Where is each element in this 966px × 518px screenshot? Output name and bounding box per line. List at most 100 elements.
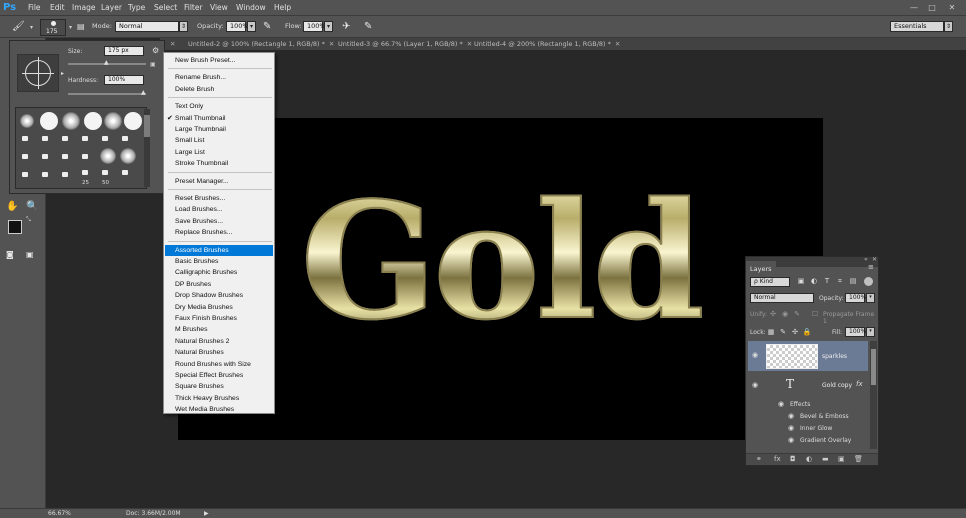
menu-item-small-thumbnail[interactable]: ✔ Small Thumbnail [165, 113, 273, 124]
menu-item-dp-brushes[interactable]: DP Brushes [165, 279, 273, 290]
layer-row-sparkles[interactable]: ◉ sparkles [748, 341, 868, 371]
menu-item-m-brushes[interactable]: M Brushes [165, 324, 273, 335]
menu-item-load-brushes[interactable]: Load Brushes... [165, 204, 273, 215]
menu-item-preset-manager[interactable]: Preset Manager... [165, 176, 273, 187]
layer-row-gold-copy[interactable]: ◉ T Gold copy fx [748, 373, 868, 397]
filter-toggle-icon[interactable] [864, 277, 873, 286]
menu-item-thick-heavy-brushes[interactable]: Thick Heavy Brushes [165, 393, 273, 404]
foreground-color-swatch[interactable] [8, 220, 22, 234]
pressure-size-icon[interactable]: ✎ [364, 20, 372, 34]
visibility-eye-icon[interactable]: ◉ [788, 412, 794, 420]
menu-view[interactable]: View [210, 0, 228, 16]
hardness-slider-thumb[interactable]: ▲ [141, 89, 146, 96]
brush-thumb[interactable] [82, 170, 88, 175]
delete-layer-icon[interactable]: 🗑 [854, 455, 863, 463]
collapse-icon[interactable]: « [864, 256, 868, 263]
menu-item-natural-brushes[interactable]: Natural Brushes [165, 347, 273, 358]
brush-thumbnail-grid[interactable]: 25 50 [15, 107, 147, 189]
brush-thumb[interactable] [42, 172, 48, 177]
link-layers-icon[interactable]: ⚭ [756, 455, 762, 463]
size-slider-track[interactable]: ▲ [68, 59, 146, 66]
maximize-button[interactable]: □ [926, 2, 938, 14]
menu-item-special-effect-brushes[interactable]: Special Effect Brushes [165, 370, 273, 381]
hand-tool-icon[interactable]: ✋ [6, 200, 18, 214]
filter-shape-icon[interactable]: ⌗ [835, 277, 845, 286]
menu-item-calligraphic-brushes[interactable]: Calligraphic Brushes [165, 267, 273, 278]
hardness-input[interactable]: 100% [104, 75, 144, 85]
menu-item-wet-media-brushes[interactable]: Wet Media Brushes [165, 404, 273, 415]
tab-untitled-3[interactable]: Untitled-3 @ 66.7% (Layer 1, RGB/8) * ✕ [332, 38, 472, 50]
menu-select[interactable]: Select [154, 0, 177, 16]
menu-item-reset-brushes[interactable]: Reset Brushes... [165, 193, 273, 204]
close-panel-icon[interactable]: ✕ [872, 256, 877, 263]
layer-opacity-dropdown-icon[interactable]: ▾ [866, 293, 875, 303]
brush-thumb[interactable] [42, 154, 48, 159]
menu-item-rename-brush[interactable]: Rename Brush... [165, 72, 273, 83]
layer-opacity-input[interactable]: 100% [845, 293, 866, 303]
scrollbar-thumb[interactable] [871, 349, 876, 385]
menu-file[interactable]: File [28, 0, 41, 16]
brush-thumb[interactable] [120, 148, 136, 164]
menu-item-assorted-brushes[interactable]: Assorted Brushes [165, 244, 273, 256]
brush-thumb[interactable] [82, 154, 88, 159]
filter-pixel-icon[interactable]: ▣ [796, 277, 806, 285]
lock-all-icon[interactable]: 🔒 [802, 328, 812, 336]
brush-grid-scrollbar[interactable] [144, 109, 150, 187]
brush-menu-gear-icon[interactable]: ⚙ [152, 46, 159, 55]
size-slider-thumb[interactable]: ▲ [104, 59, 109, 66]
menu-filter[interactable]: Filter [184, 0, 203, 16]
scrollbar-thumb[interactable] [144, 115, 150, 137]
visibility-eye-icon[interactable]: ◉ [752, 381, 758, 389]
brush-thumb[interactable] [62, 154, 68, 159]
visibility-eye-icon[interactable]: ◉ [778, 400, 784, 408]
unify-visibility-icon[interactable]: ◉ [780, 310, 790, 318]
brush-tool-icon[interactable]: 🖌 [12, 20, 25, 34]
brush-thumb[interactable] [102, 170, 108, 175]
lock-position-icon[interactable]: ✣ [790, 328, 800, 336]
lock-pixels-icon[interactable]: ✎ [778, 328, 788, 336]
tab-untitled-2[interactable]: Untitled-2 @ 100% (Rectangle 1, RGB/8) *… [182, 38, 334, 50]
menu-image[interactable]: Image [72, 0, 96, 16]
filter-smart-object-icon[interactable]: ▤ [848, 277, 858, 285]
menu-item-drop-shadow-brushes[interactable]: Drop Shadow Brushes [165, 290, 273, 301]
menu-item-replace-brushes[interactable]: Replace Brushes... [165, 227, 273, 238]
pressure-opacity-icon[interactable]: ✎ [263, 20, 271, 34]
workspace-dropdown-icon[interactable]: ⇕ [944, 21, 953, 32]
menu-help[interactable]: Help [274, 0, 291, 16]
menu-window[interactable]: Window [236, 0, 266, 16]
menu-item-dry-media-brushes[interactable]: Dry Media Brushes [165, 302, 273, 313]
swap-colors-icon[interactable]: ⤡ [26, 216, 31, 224]
new-layer-icon[interactable]: ▣ [838, 455, 845, 463]
menu-item-large-thumbnail[interactable]: Large Thumbnail [165, 124, 273, 135]
layer-effects-icon[interactable]: fx [856, 380, 863, 388]
workspace-select[interactable]: Essentials [890, 21, 944, 32]
brush-thumb[interactable] [62, 112, 80, 130]
flow-input[interactable]: 100% [303, 21, 326, 32]
close-button[interactable]: ✕ [946, 2, 958, 14]
brush-thumb[interactable] [22, 136, 28, 141]
brush-thumb[interactable] [122, 136, 128, 141]
menu-layer[interactable]: Layer [101, 0, 122, 16]
add-mask-icon[interactable]: ◘ [790, 455, 796, 463]
menu-item-stroke-thumbnail[interactable]: Stroke Thumbnail [165, 158, 273, 169]
new-group-icon[interactable]: ▬ [822, 455, 829, 463]
brush-tip-preview[interactable]: ▸ [17, 54, 64, 92]
visibility-eye-icon[interactable]: ◉ [788, 424, 794, 432]
visibility-eye-icon[interactable]: ◉ [752, 351, 758, 359]
effect-bevel-emboss[interactable]: Bevel & Emboss [800, 413, 849, 420]
brush-panel-toggle-icon[interactable]: ▤ [77, 20, 85, 34]
layers-scrollbar[interactable] [870, 341, 877, 449]
propagate-checkbox[interactable]: ☐ [810, 310, 820, 318]
filter-kind-select[interactable]: ρ Kind [750, 277, 790, 287]
menu-item-round-brushes-with-size[interactable]: Round Brushes with Size [165, 359, 273, 370]
brush-thumb[interactable] [84, 112, 102, 130]
brush-thumb[interactable] [22, 154, 28, 159]
unify-position-icon[interactable]: ✣ [768, 310, 778, 318]
brush-thumb[interactable] [22, 172, 28, 177]
new-preset-icon[interactable]: ▣ [150, 61, 156, 68]
brush-thumb[interactable] [62, 136, 68, 141]
brush-thumb[interactable] [42, 136, 48, 141]
menu-item-small-list[interactable]: Small List [165, 135, 273, 146]
blend-mode-select[interactable]: Normal [750, 293, 814, 303]
menu-item-faux-finish-brushes[interactable]: Faux Finish Brushes [165, 313, 273, 324]
